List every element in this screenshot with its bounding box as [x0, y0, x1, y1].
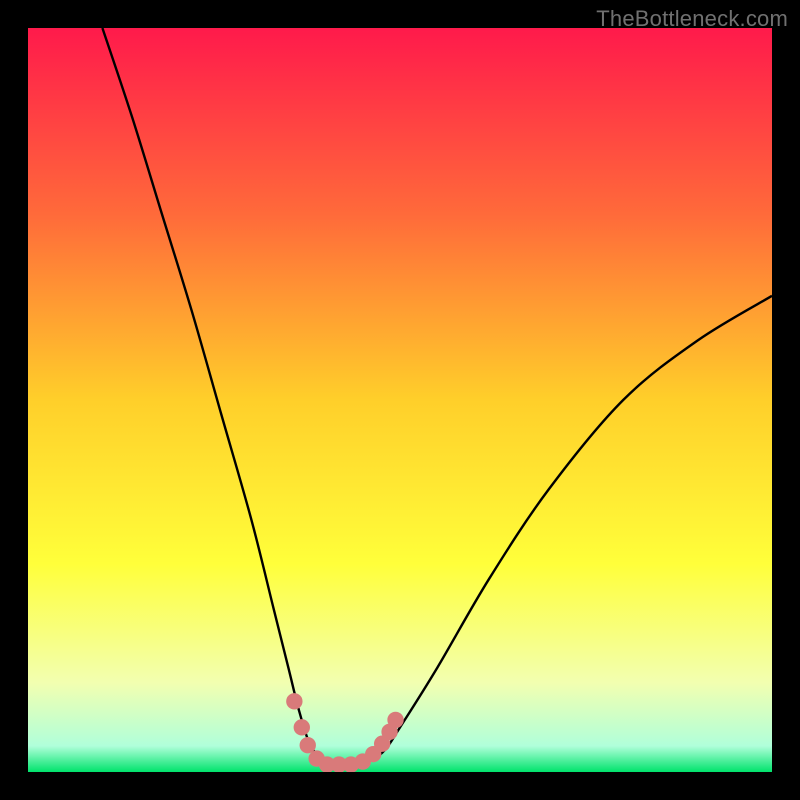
valley-marker [300, 737, 316, 753]
valley-marker [294, 719, 310, 735]
valley-marker [286, 693, 302, 709]
valley-marker [387, 712, 403, 728]
bottleneck-chart [28, 28, 772, 772]
watermark-text: TheBottleneck.com [596, 6, 788, 32]
chart-frame [28, 28, 772, 772]
